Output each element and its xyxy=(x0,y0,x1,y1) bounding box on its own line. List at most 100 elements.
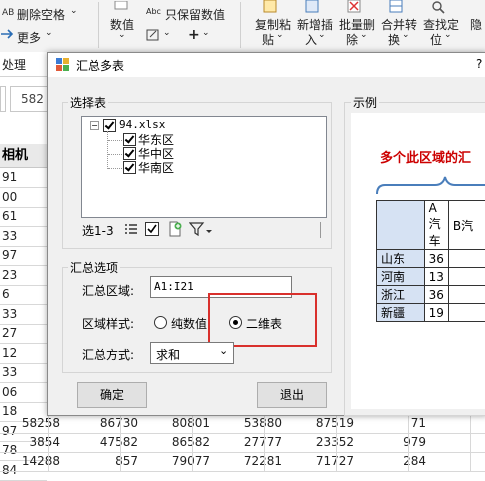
example-cell xyxy=(448,268,485,286)
table-row: 61 xyxy=(0,207,47,227)
chevron-down-icon: ⌄ xyxy=(444,30,452,40)
cell[interactable]: 27 xyxy=(2,326,17,340)
cell[interactable]: 97 xyxy=(2,248,17,262)
keep-numeric-button[interactable]: 只保留数值 xyxy=(165,6,225,23)
example-row-label: 浙江 xyxy=(377,286,425,304)
table-tree[interactable]: − 94.xlsx 华东区 华中区 华南区 xyxy=(81,116,327,218)
cell[interactable]: 87519 xyxy=(294,416,354,430)
ribbon-separator xyxy=(240,2,241,48)
grid-line xyxy=(408,414,409,433)
cell[interactable]: 23352 xyxy=(294,435,354,449)
find-locate-button-line2[interactable]: 位 xyxy=(430,31,442,48)
cell[interactable]: 27777 xyxy=(222,435,282,449)
example-preview: 多个此区域的汇 A汽车 B汽 山东 36 河南 13 浙江 36 xyxy=(351,113,485,409)
cell[interactable]: 06 xyxy=(2,385,17,399)
collapse-icon[interactable]: − xyxy=(90,121,99,130)
table-row: 27 xyxy=(0,324,47,344)
grid-line xyxy=(470,433,471,452)
grid-line xyxy=(120,452,121,471)
range-label: 汇总区域: xyxy=(82,282,134,299)
grid-line xyxy=(408,433,409,452)
tree-line xyxy=(108,168,122,169)
example-row-label: 山东 xyxy=(377,250,425,268)
cell[interactable]: 12 xyxy=(2,346,17,360)
find-locate-icon xyxy=(430,0,446,14)
cell[interactable]: 80801 xyxy=(150,416,210,430)
select-table-group-label: 选择表 xyxy=(68,94,108,111)
plus-icon[interactable]: + xyxy=(188,27,200,43)
sheet-checkbox-south[interactable] xyxy=(123,161,136,174)
radio-pure-numeric[interactable] xyxy=(154,316,167,329)
numeric-icon xyxy=(114,0,128,10)
hide-button[interactable]: 隐 xyxy=(470,16,482,33)
cell[interactable]: 86582 xyxy=(150,435,210,449)
cell[interactable]: 71 xyxy=(366,416,426,430)
tree-item-south[interactable]: 华南区 xyxy=(138,159,174,176)
example-cell: 13 xyxy=(424,268,448,286)
grid-line xyxy=(120,433,121,452)
grid-line xyxy=(264,452,265,471)
add-insert-button-line2[interactable]: 入 xyxy=(305,31,317,48)
cell[interactable]: 33 xyxy=(2,229,17,243)
chevron-down-icon: ⌄ xyxy=(318,30,326,40)
grid-line xyxy=(470,452,471,471)
help-button[interactable]: ? xyxy=(476,57,482,71)
cell[interactable]: 979 xyxy=(366,435,426,449)
example-cell xyxy=(448,304,485,322)
example-cell: 19 xyxy=(424,304,448,322)
cell[interactable]: 6 xyxy=(2,287,10,301)
example-header: A汽车 xyxy=(424,201,448,250)
app-icon xyxy=(56,58,70,72)
add-file-icon[interactable] xyxy=(167,221,183,237)
select-range-button[interactable]: 选1-3 xyxy=(82,222,114,239)
cell[interactable]: 86730 xyxy=(78,416,138,430)
batch-delete-button-line2[interactable]: 除 xyxy=(346,31,358,48)
root-checkbox[interactable] xyxy=(103,119,116,132)
radio-pure-numeric-label[interactable]: 纯数值 xyxy=(171,315,207,332)
sheet-checkbox-central[interactable] xyxy=(123,147,136,160)
example-row: 河南 13 xyxy=(377,268,485,286)
cell[interactable]: 33 xyxy=(2,307,17,321)
method-select-value: 求和 xyxy=(156,346,180,363)
name-box[interactable] xyxy=(0,86,6,112)
cell[interactable]: 33 xyxy=(2,365,17,379)
ribbon-separator xyxy=(98,2,99,48)
cell[interactable]: 47582 xyxy=(78,435,138,449)
example-header-row: A汽车 B汽 xyxy=(377,201,485,250)
cell[interactable]: 3854 xyxy=(0,435,60,449)
table-row: 33 xyxy=(0,363,47,383)
grid-line xyxy=(48,433,49,452)
example-cell: 36 xyxy=(424,250,448,268)
table-row: 91 xyxy=(0,168,47,188)
tree-line xyxy=(108,154,122,155)
sheet-checkbox-east[interactable] xyxy=(123,133,136,146)
chevron-down-icon: ⌄ xyxy=(219,344,228,357)
cell[interactable]: 23 xyxy=(2,268,17,282)
more-button[interactable]: 更多 xyxy=(17,29,41,46)
column-header: 相机 xyxy=(0,144,47,168)
merge-convert-button-line2[interactable]: 换 xyxy=(388,31,400,48)
grid-line xyxy=(192,433,193,452)
ok-button[interactable]: 确定 xyxy=(77,382,147,408)
tree-line xyxy=(107,131,109,169)
add-insert-icon xyxy=(304,0,320,14)
cell[interactable]: 91 xyxy=(2,170,17,184)
highlight-box xyxy=(208,293,317,347)
cell[interactable]: 58258 xyxy=(0,416,60,430)
copy-paste-button-line2[interactable]: 贴 xyxy=(262,31,274,48)
chevron-down-icon: ⌄ xyxy=(45,28,53,38)
method-select[interactable]: 求和 ⌄ xyxy=(150,342,234,364)
filter-icon[interactable] xyxy=(189,221,213,237)
cell[interactable]: 61 xyxy=(2,209,17,223)
cell[interactable]: 00 xyxy=(2,190,17,204)
table-row: 23 xyxy=(0,266,47,286)
exit-button[interactable]: 退出 xyxy=(257,382,327,408)
abc-icon: Abc xyxy=(146,7,161,16)
chevron-down-icon: ⌄ xyxy=(360,30,368,40)
delete-blank-button[interactable]: 删除空格 xyxy=(17,6,65,23)
example-cell xyxy=(448,286,485,304)
example-cell: 36 xyxy=(424,286,448,304)
check-all-icon[interactable] xyxy=(145,222,159,236)
cell[interactable]: 53880 xyxy=(222,416,282,430)
list-icon[interactable] xyxy=(124,223,138,237)
